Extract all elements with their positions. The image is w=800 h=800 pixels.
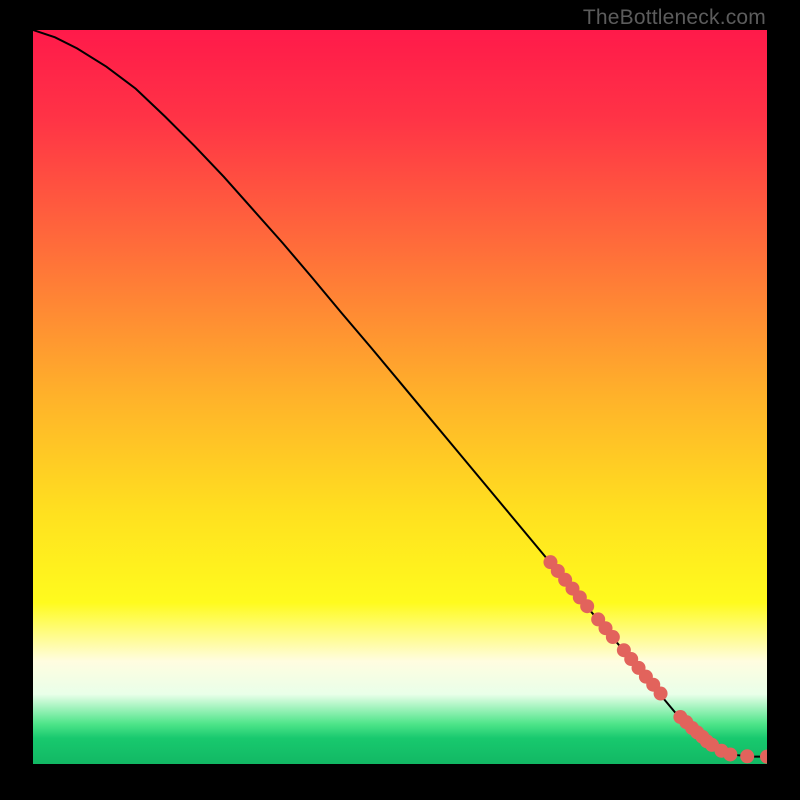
chart-frame — [33, 30, 767, 764]
gradient-background — [33, 30, 767, 764]
data-marker — [723, 747, 737, 761]
chart-svg — [33, 30, 767, 764]
data-marker — [606, 630, 620, 644]
data-marker — [580, 599, 594, 613]
watermark-text: TheBottleneck.com — [583, 6, 766, 30]
data-marker — [654, 687, 668, 701]
data-marker — [740, 749, 754, 763]
